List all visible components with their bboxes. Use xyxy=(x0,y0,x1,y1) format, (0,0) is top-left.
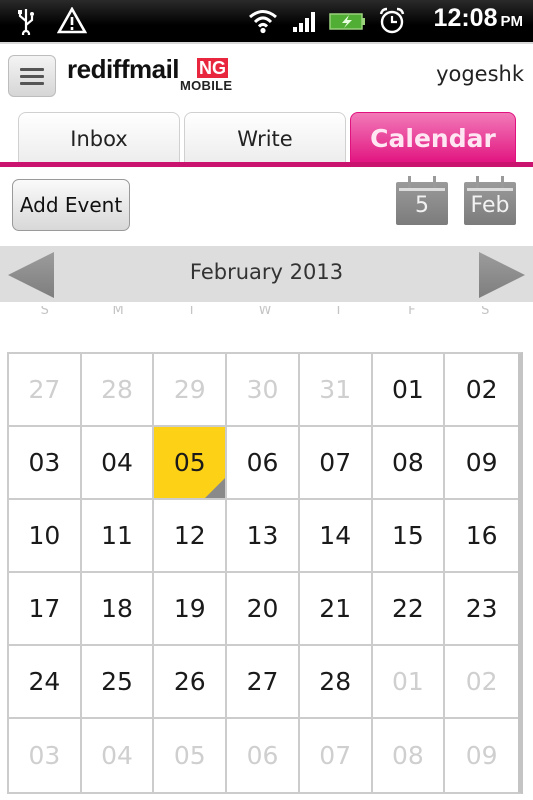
tab-write[interactable]: Write xyxy=(184,112,346,164)
calendar-day[interactable]: 17 xyxy=(9,573,82,646)
calendar-day[interactable]: 09 xyxy=(445,427,518,500)
calendar-grid: 27 28 29 30 31 01 02 03 04 05 06 07 08 09 10 11 12 13 14 15… xyxy=(7,352,523,794)
month-view-label: Feb xyxy=(470,193,510,218)
calendar-day-other-month[interactable]: 05 xyxy=(154,719,228,792)
calendar-day[interactable]: 26 xyxy=(154,646,228,719)
alarm-clock-icon xyxy=(376,6,408,36)
hamburger-menu-icon xyxy=(20,67,44,71)
calendar-day[interactable]: 23 xyxy=(445,573,518,646)
calendar-day[interactable]: 19 xyxy=(154,573,228,646)
calendar-day[interactable]: 24 xyxy=(9,646,82,719)
calendar-day-other-month[interactable]: 04 xyxy=(82,719,155,792)
calendar-day[interactable]: 21 xyxy=(299,573,373,646)
calendar-day[interactable]: 10 xyxy=(9,500,82,573)
month-view-button[interactable]: Feb xyxy=(464,176,516,226)
month-navigation: February 2013 xyxy=(0,246,533,302)
calendar-day-other-month[interactable]: 01 xyxy=(372,646,446,719)
calendar-day[interactable]: 06 xyxy=(227,427,300,500)
calendar-day[interactable]: 04 xyxy=(81,427,155,500)
calendar-day-other-month[interactable]: 08 xyxy=(373,719,446,792)
weekday-label: S xyxy=(481,306,490,318)
weekday-label: T xyxy=(334,306,343,318)
menu-button[interactable] xyxy=(8,55,56,97)
usb-icon xyxy=(14,6,38,36)
calendar-day-other-month[interactable]: 28 xyxy=(81,354,155,427)
logo-text: rediffmail xyxy=(67,54,180,84)
calendar-day[interactable]: 13 xyxy=(227,500,300,573)
app-header: rediffmail NG MOBILE yogeshk xyxy=(0,42,533,108)
calendar-day[interactable]: 07 xyxy=(299,427,373,500)
day-view-label: 5 xyxy=(415,193,429,218)
calendar-day[interactable]: 16 xyxy=(445,500,518,573)
signal-icon xyxy=(290,6,320,36)
calendar-day-other-month[interactable]: 06 xyxy=(227,719,300,792)
calendar-day[interactable]: 15 xyxy=(372,500,446,573)
calendar-day[interactable]: 28 xyxy=(299,646,373,719)
weekday-label: M xyxy=(112,306,124,318)
calendar-day-other-month[interactable]: 31 xyxy=(299,354,373,427)
calendar-day-other-month[interactable]: 29 xyxy=(154,354,228,427)
right-arrow-icon[interactable] xyxy=(477,250,527,300)
tab-underline xyxy=(0,162,533,167)
day-view-button[interactable]: 5 xyxy=(396,176,448,226)
calendar-day-other-month[interactable]: 03 xyxy=(9,719,82,792)
weekday-header: S M T W T F S xyxy=(8,306,522,330)
clock-time: 12:08 PM xyxy=(433,4,523,32)
weekday-label: S xyxy=(40,306,49,318)
calendar-day[interactable]: 18 xyxy=(81,573,155,646)
main-tabs: Inbox Write Calendar xyxy=(0,108,533,167)
calendar-day-other-month[interactable]: 07 xyxy=(300,719,373,792)
tab-inbox[interactable]: Inbox xyxy=(18,112,180,164)
weekday-label: F xyxy=(408,306,416,318)
weekday-label: T xyxy=(187,306,196,318)
calendar-day[interactable]: 02 xyxy=(445,354,518,427)
month-title: February 2013 xyxy=(189,260,344,284)
calendar-day-other-month[interactable]: 02 xyxy=(445,646,518,719)
battery-charging-icon xyxy=(328,6,368,36)
logo-badge: NG xyxy=(197,58,228,78)
calendar-day[interactable]: 08 xyxy=(372,427,446,500)
calendar-day[interactable]: 22 xyxy=(372,573,446,646)
warning-icon xyxy=(56,6,88,36)
logo-sub: MOBILE xyxy=(180,78,233,93)
calendar-day[interactable]: 03 xyxy=(9,427,82,500)
calendar-day[interactable]: 27 xyxy=(227,646,300,719)
wifi-icon xyxy=(246,6,280,36)
calendar-day[interactable]: 12 xyxy=(154,500,228,573)
calendar-day[interactable]: 20 xyxy=(227,573,300,646)
calendar-day-today[interactable]: 05 xyxy=(154,427,228,500)
status-bar: 12:08 PM xyxy=(0,0,533,42)
tab-calendar[interactable]: Calendar xyxy=(350,112,516,164)
calendar-day[interactable]: 14 xyxy=(299,500,373,573)
calendar-day-other-month[interactable]: 09 xyxy=(445,719,518,792)
calendar-day-other-month[interactable]: 30 xyxy=(227,354,300,427)
calendar-day-other-month[interactable]: 27 xyxy=(9,354,82,427)
username[interactable]: yogeshk xyxy=(436,62,524,86)
calendar-day[interactable]: 11 xyxy=(81,500,155,573)
calendar-day[interactable]: 25 xyxy=(81,646,155,719)
weekday-label: W xyxy=(258,306,272,318)
add-event-button[interactable]: Add Event xyxy=(12,179,130,231)
calendar-day[interactable]: 01 xyxy=(372,354,446,427)
